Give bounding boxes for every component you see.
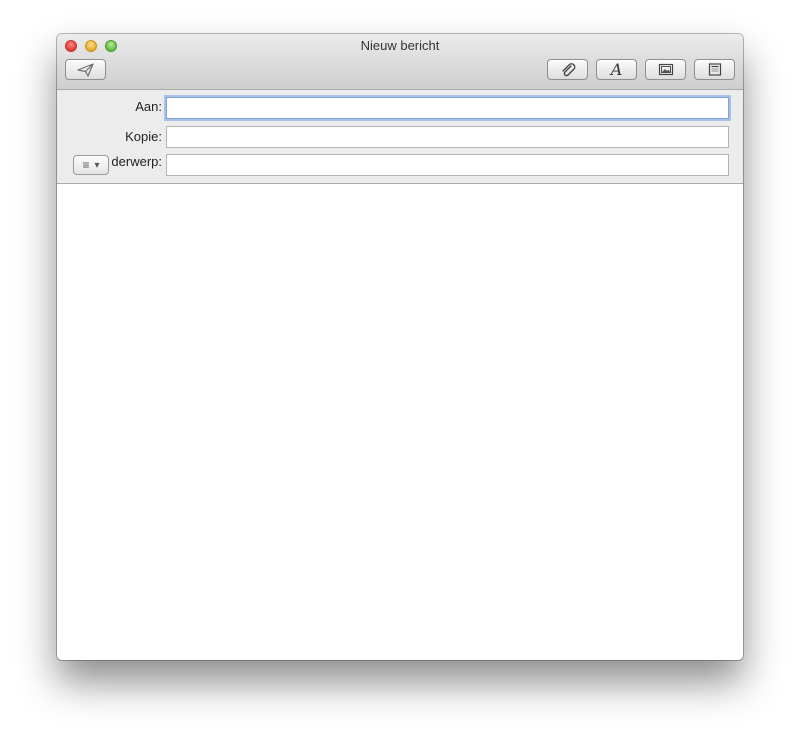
photo-browser-button[interactable]	[645, 59, 686, 80]
header-options-button[interactable]: ≡ ▾	[73, 155, 109, 175]
paper-plane-icon	[76, 62, 94, 77]
subject-label: derwerp:	[105, 154, 162, 169]
subject-label-text: derwerp:	[111, 154, 162, 169]
stationery-icon	[708, 63, 721, 76]
paperclip-icon	[561, 62, 575, 76]
to-field[interactable]	[166, 97, 729, 119]
message-body[interactable]	[57, 184, 743, 660]
list-icon: ≡	[82, 158, 90, 172]
cc-label: Kopie:	[125, 129, 162, 144]
font-button[interactable]: A	[596, 59, 637, 80]
stationery-button[interactable]	[694, 59, 735, 80]
photo-browser-icon	[658, 63, 673, 76]
subject-field[interactable]	[166, 154, 729, 176]
chevron-down-icon: ▾	[94, 159, 100, 171]
font-icon: A	[610, 60, 623, 79]
message-header: Aan: Kopie: derwerp: ≡ ▾	[57, 90, 743, 184]
window-title: Nieuw bericht	[360, 38, 440, 53]
to-label: Aan:	[135, 99, 162, 114]
title-bar: Nieuw bericht A	[57, 34, 743, 90]
cc-field[interactable]	[166, 126, 729, 148]
attach-button[interactable]	[547, 59, 588, 80]
send-button[interactable]	[65, 59, 106, 80]
compose-window: Nieuw bericht A Aan: Kopie: derwerp: ≡ ▾	[57, 34, 743, 660]
